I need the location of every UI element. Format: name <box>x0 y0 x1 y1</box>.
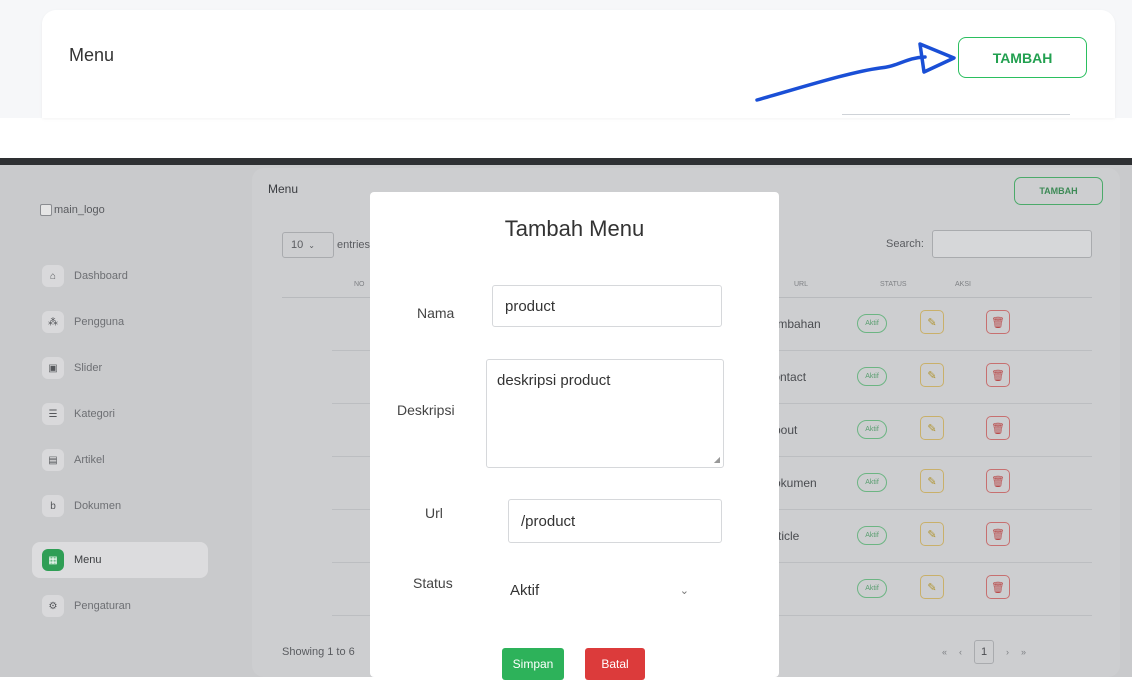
chevron-down-icon: ⌄ <box>308 240 315 250</box>
pagination-prev[interactable]: ‹ <box>959 647 962 657</box>
nama-input[interactable]: product <box>492 285 722 327</box>
status-badge: Aktif <box>857 367 887 386</box>
pagination-last[interactable]: » <box>1021 647 1026 657</box>
pagination: « ‹ 1 › » <box>942 640 1026 664</box>
sidebar-item-pengguna[interactable]: ⁂ Pengguna <box>32 304 208 340</box>
broken-image-icon <box>40 204 52 216</box>
image-icon: ▣ <box>42 357 64 379</box>
status-badge: Aktif <box>857 579 887 598</box>
deskripsi-label: Deskripsi <box>397 402 455 418</box>
column-header-no[interactable]: NO <box>354 281 365 288</box>
search-label: Search: <box>886 238 924 250</box>
modal-title: Tambah Menu <box>504 216 645 241</box>
window-top-border <box>0 158 1132 165</box>
status-badge: Aktif <box>857 526 887 545</box>
sidebar-item-label: Menu <box>74 554 102 566</box>
edit-pencil-icon[interactable]: ✎ <box>920 575 944 599</box>
annotation-arrow-icon <box>755 42 956 102</box>
sidebar-item-label: Pengguna <box>74 316 125 328</box>
resize-handle-icon[interactable]: ◢ <box>714 455 720 464</box>
table-info: Showing 1 to 6 <box>282 646 355 658</box>
status-select[interactable]: Aktif ⌄ <box>510 572 695 608</box>
column-header-status[interactable]: STATUS <box>880 281 907 288</box>
main-title: Menu <box>268 182 299 196</box>
sidebar-item-dashboard[interactable]: ⌂ Dashboard <box>32 258 208 294</box>
sidebar-item-kategori[interactable]: ☰ Kategori <box>32 396 208 432</box>
add-button[interactable]: TAMBAH <box>1014 177 1103 205</box>
sidebar-item-pengaturan[interactable]: ⚙ Pengaturan <box>32 588 208 624</box>
status-badge: Aktif <box>857 473 887 492</box>
trash-icon[interactable]: 🗑 <box>986 310 1010 334</box>
column-header-url[interactable]: URL <box>794 281 808 288</box>
sidebar-item-slider[interactable]: ▣ Slider <box>32 350 208 386</box>
status-badge: Aktif <box>857 420 887 439</box>
nama-label: Nama <box>417 305 455 321</box>
main-logo: main_logo <box>40 204 105 216</box>
sidebar-item-label: Artikel <box>74 454 105 466</box>
trash-icon[interactable]: 🗑 <box>986 575 1010 599</box>
edit-pencil-icon[interactable]: ✎ <box>920 469 944 493</box>
sidebar-item-label: Dashboard <box>74 270 128 282</box>
edit-pencil-icon[interactable]: ✎ <box>920 522 944 546</box>
trash-icon[interactable]: 🗑 <box>986 522 1010 546</box>
sidebar-item-dokumen[interactable]: b Dokumen <box>32 488 208 524</box>
home-icon: ⌂ <box>42 265 64 287</box>
sidebar-item-menu[interactable]: ▦ Menu <box>32 542 208 578</box>
sidebar: main_logo ⌂ Dashboard ⁂ Pengguna ▣ Slide… <box>30 174 238 677</box>
users-icon: ⁂ <box>42 311 64 333</box>
save-button[interactable]: Simpan <box>502 648 564 680</box>
search-input[interactable] <box>932 230 1092 258</box>
sidebar-item-artikel[interactable]: ▤ Artikel <box>32 442 208 478</box>
settings-icon: ⚙ <box>42 595 64 617</box>
status-badge: Aktif <box>857 314 887 333</box>
pagination-page[interactable]: 1 <box>974 640 995 664</box>
cancel-button[interactable]: Batal <box>585 648 645 680</box>
entries-label: entries <box>337 239 371 251</box>
edit-pencil-icon[interactable]: ✎ <box>920 363 944 387</box>
trash-icon[interactable]: 🗑 <box>986 469 1010 493</box>
sidebar-item-label: Kategori <box>74 408 115 420</box>
sidebar-item-label: Pengaturan <box>74 600 131 612</box>
pagination-next[interactable]: › <box>1006 647 1009 657</box>
status-label: Status <box>413 575 453 591</box>
list-icon: ☰ <box>42 403 64 425</box>
trash-icon[interactable]: 🗑 <box>986 363 1010 387</box>
deskripsi-textarea[interactable]: deskripsi product ◢ <box>486 359 724 468</box>
menu-icon: ▦ <box>42 549 64 571</box>
column-header-aksi[interactable]: AKSI <box>955 281 971 288</box>
chevron-down-icon: ⌄ <box>679 584 689 597</box>
pagination-first[interactable]: « <box>942 647 947 657</box>
sidebar-item-label: Dokumen <box>74 500 122 512</box>
url-label: Url <box>425 505 443 521</box>
sidebar-item-label: Slider <box>74 362 103 374</box>
entries-length-select[interactable]: 10 ⌄ <box>282 232 334 258</box>
edit-pencil-icon[interactable]: ✎ <box>920 416 944 440</box>
article-icon: ▤ <box>42 449 64 471</box>
url-input[interactable]: /product <box>508 499 722 543</box>
add-menu-modal: Tambah Menu Nama product Deskripsi deskr… <box>370 192 779 680</box>
edit-pencil-icon[interactable]: ✎ <box>920 310 944 334</box>
zoomed-header-crop: Menu TAMBAH <box>0 0 1132 118</box>
trash-icon[interactable]: 🗑 <box>986 416 1010 440</box>
document-icon: b <box>42 495 64 517</box>
